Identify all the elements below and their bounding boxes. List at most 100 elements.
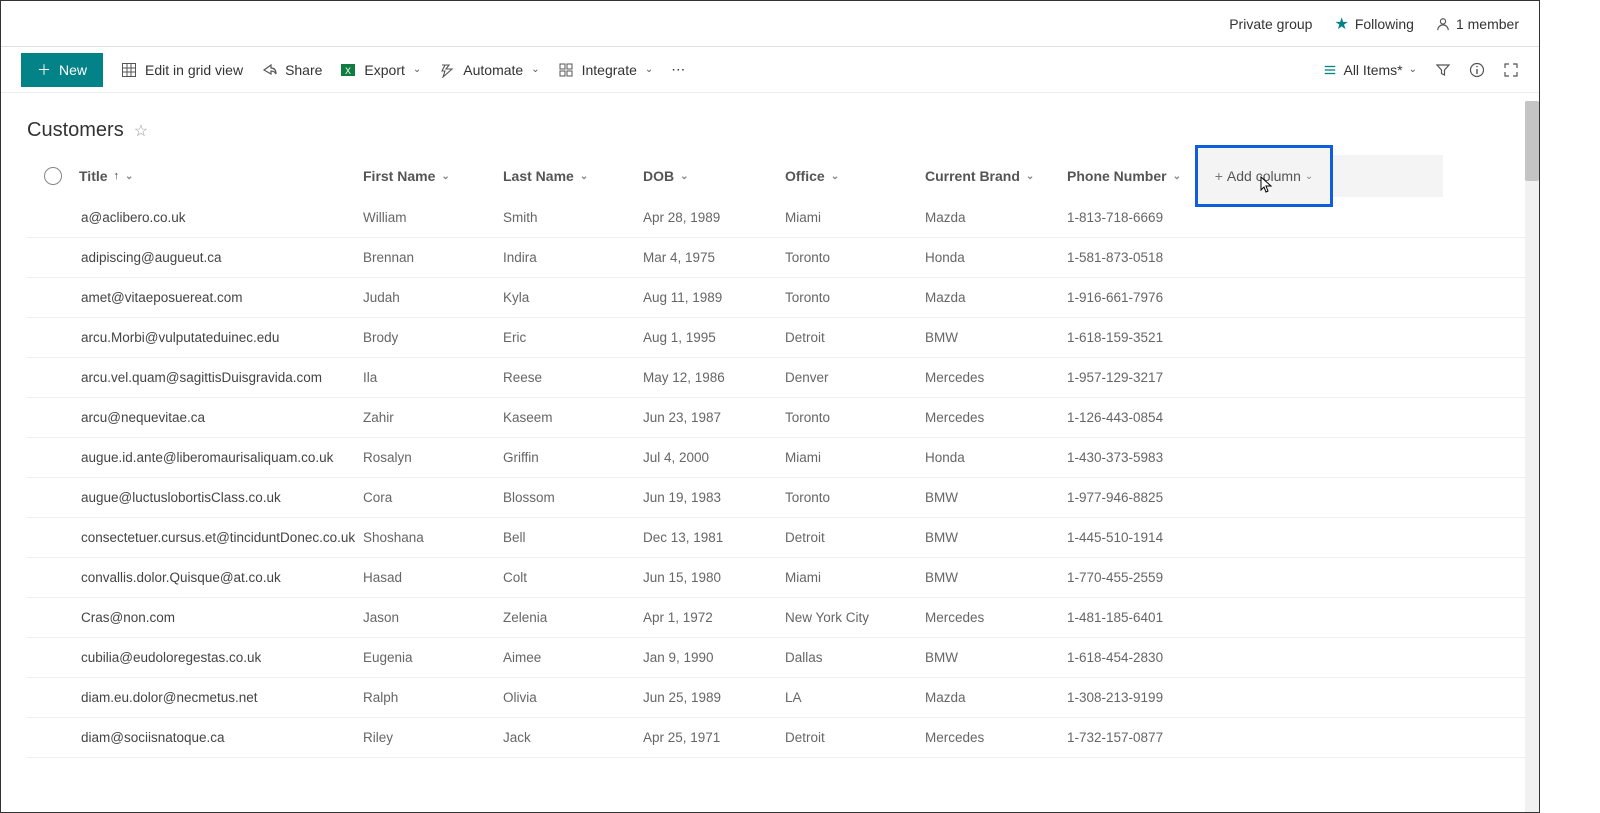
cell-last-name: Zelenia <box>503 610 643 625</box>
cell-first-name: Zahir <box>363 410 503 425</box>
cell-first-name: Cora <box>363 490 503 505</box>
shared-icon: ⇱ <box>79 490 81 493</box>
table-row[interactable]: ⇱amet@vitaeposuereat.comJudahKylaAug 11,… <box>27 278 1539 318</box>
cell-office: Toronto <box>785 290 925 305</box>
view-selector[interactable]: All Items* ⌄ <box>1323 62 1417 78</box>
column-header-phone[interactable]: Phone Number ⌄ <box>1067 168 1195 184</box>
table-row[interactable]: ⇱diam@sociisnatoque.caRileyJackApr 25, 1… <box>27 718 1539 758</box>
table-row[interactable]: ⇱arcu.vel.quam@sagittisDuisgravida.comIl… <box>27 358 1539 398</box>
cell-title[interactable]: ⇱augue@luctuslobortisClass.co.uk <box>79 490 363 505</box>
automate-icon <box>439 62 455 78</box>
col-label: DOB <box>643 168 674 184</box>
automate-button[interactable]: Automate ⌄ <box>439 62 539 78</box>
column-header-last-name[interactable]: Last Name ⌄ <box>503 168 643 184</box>
filter-button[interactable] <box>1435 62 1451 78</box>
members-count: 1 member <box>1456 16 1519 32</box>
ellipsis-icon: ⋯ <box>671 61 685 78</box>
cell-title[interactable]: ⇱cubilia@eudoloregestas.co.uk <box>79 650 363 665</box>
column-header-first-name[interactable]: First Name ⌄ <box>363 168 503 184</box>
chevron-down-icon: ⌄ <box>125 171 133 182</box>
info-button[interactable] <box>1469 62 1485 78</box>
cell-title[interactable]: ⇱augue.id.ante@liberomaurisaliquam.co.uk <box>79 450 363 465</box>
col-label: First Name <box>363 168 435 184</box>
cell-brand: Mazda <box>925 690 1067 705</box>
share-icon <box>261 62 277 78</box>
col-label: Last Name <box>503 168 574 184</box>
edit-grid-button[interactable]: Edit in grid view <box>121 62 243 78</box>
table-row[interactable]: ⇱augue.id.ante@liberomaurisaliquam.co.uk… <box>27 438 1539 478</box>
shared-icon: ⇱ <box>79 210 81 213</box>
cell-office: LA <box>785 690 925 705</box>
following-toggle[interactable]: ★ Following <box>1334 14 1413 34</box>
integrate-button[interactable]: Integrate ⌄ <box>558 62 654 78</box>
cell-dob: Apr 28, 1989 <box>643 210 785 225</box>
column-header-current-brand[interactable]: Current Brand ⌄ <box>925 168 1067 184</box>
select-all[interactable] <box>27 167 79 185</box>
cell-brand: BMW <box>925 330 1067 345</box>
cell-dob: Jun 23, 1987 <box>643 410 785 425</box>
table-row[interactable]: ⇱augue@luctuslobortisClass.co.ukCoraBlos… <box>27 478 1539 518</box>
cell-phone: 1-732-157-0877 <box>1067 730 1195 745</box>
cell-last-name: Reese <box>503 370 643 385</box>
chevron-down-icon: ⌄ <box>580 171 588 182</box>
table-row[interactable]: ⇱arcu@nequevitae.caZahirKaseemJun 23, 19… <box>27 398 1539 438</box>
favorite-star-icon[interactable]: ☆ <box>134 121 148 141</box>
cell-title[interactable]: ⇱adipiscing@augueut.ca <box>79 250 363 265</box>
new-button[interactable]: ＋ New <box>21 53 103 87</box>
shared-icon: ⇱ <box>79 450 81 453</box>
cell-title[interactable]: ⇱a@aclibero.co.uk <box>79 210 363 225</box>
expand-button[interactable] <box>1503 62 1519 78</box>
add-column-button[interactable]: + Add column ⌄ <box>1195 145 1333 207</box>
cell-title[interactable]: ⇱amet@vitaeposuereat.com <box>79 290 363 305</box>
table-row[interactable]: ⇱adipiscing@augueut.caBrennanIndiraMar 4… <box>27 238 1539 278</box>
cell-title[interactable]: ⇱arcu@nequevitae.ca <box>79 410 363 425</box>
cell-title[interactable]: ⇱Cras@non.com <box>79 610 363 625</box>
cell-office: Miami <box>785 570 925 585</box>
share-button[interactable]: Share <box>261 62 322 78</box>
scrollbar-track[interactable] <box>1525 101 1539 812</box>
table-row[interactable]: ⇱consectetuer.cursus.et@tinciduntDonec.c… <box>27 518 1539 558</box>
chevron-down-icon: ⌄ <box>1305 171 1313 182</box>
cell-brand: BMW <box>925 650 1067 665</box>
plus-icon: ＋ <box>37 60 51 80</box>
header-row: Title ↑ ⌄ First Name ⌄ Last Name ⌄ DOB ⌄… <box>27 154 1539 198</box>
scrollbar-thumb[interactable] <box>1525 101 1539 181</box>
chevron-down-icon: ⌄ <box>441 171 449 182</box>
members-link[interactable]: 1 member <box>1436 16 1519 32</box>
column-header-title[interactable]: Title ↑ ⌄ <box>79 168 363 184</box>
excel-icon: X <box>340 62 356 78</box>
cell-brand: Honda <box>925 450 1067 465</box>
table-row[interactable]: ⇱cubilia@eudoloregestas.co.ukEugeniaAime… <box>27 638 1539 678</box>
cell-first-name: Ralph <box>363 690 503 705</box>
table-row[interactable]: ⇱Cras@non.comJasonZeleniaApr 1, 1972New … <box>27 598 1539 638</box>
table-row[interactable]: ⇱arcu.Morbi@vulputateduinec.eduBrodyEric… <box>27 318 1539 358</box>
cell-title[interactable]: ⇱arcu.Morbi@vulputateduinec.edu <box>79 330 363 345</box>
grid-icon <box>121 62 137 78</box>
column-header-office[interactable]: Office ⌄ <box>785 168 925 184</box>
table-row[interactable]: ⇱convallis.dolor.Quisque@at.co.ukHasadCo… <box>27 558 1539 598</box>
cell-title[interactable]: ⇱consectetuer.cursus.et@tinciduntDonec.c… <box>79 530 363 545</box>
cell-brand: BMW <box>925 490 1067 505</box>
cell-title[interactable]: ⇱diam@sociisnatoque.ca <box>79 730 363 745</box>
sort-asc-icon: ↑ <box>114 170 120 182</box>
cell-title[interactable]: ⇱arcu.vel.quam@sagittisDuisgravida.com <box>79 370 363 385</box>
shared-icon: ⇱ <box>79 730 81 733</box>
cell-first-name: Judah <box>363 290 503 305</box>
col-label: Title <box>79 168 108 184</box>
cell-last-name: Colt <box>503 570 643 585</box>
cell-title[interactable]: ⇱convallis.dolor.Quisque@at.co.uk <box>79 570 363 585</box>
cell-dob: Dec 13, 1981 <box>643 530 785 545</box>
chevron-down-icon: ⌄ <box>531 64 539 75</box>
cell-first-name: Jason <box>363 610 503 625</box>
cell-phone: 1-308-213-9199 <box>1067 690 1195 705</box>
table-row[interactable]: ⇱diam.eu.dolor@necmetus.netRalphOliviaJu… <box>27 678 1539 718</box>
col-label: Phone Number <box>1067 168 1167 184</box>
cell-last-name: Blossom <box>503 490 643 505</box>
cell-title[interactable]: ⇱diam.eu.dolor@necmetus.net <box>79 690 363 705</box>
more-actions-button[interactable]: ⋯ <box>671 61 685 78</box>
star-icon: ★ <box>1334 14 1348 34</box>
page-title: Customers <box>27 119 124 142</box>
export-button[interactable]: X Export ⌄ <box>340 62 421 78</box>
column-header-dob[interactable]: DOB ⌄ <box>643 168 785 184</box>
cell-dob: Apr 25, 1971 <box>643 730 785 745</box>
